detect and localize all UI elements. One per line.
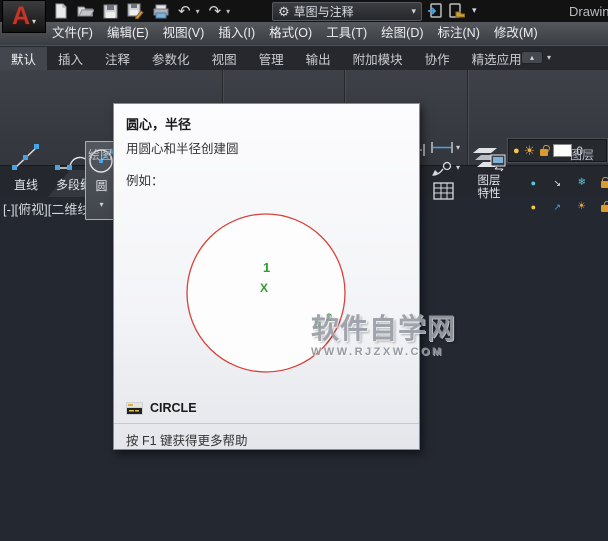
- linear-dimension-icon[interactable]: [430, 141, 454, 159]
- menu-dimension[interactable]: 标注(N): [431, 22, 487, 45]
- quick-access-toolbar: ↶ ▾ ↷ ▾: [54, 2, 230, 20]
- ribbon-tab-collaborate[interactable]: 协作: [414, 47, 461, 70]
- layer-properties-label: 图层 特性: [477, 175, 501, 200]
- ribbon-tab-home[interactable]: 默认: [0, 47, 48, 70]
- circle-tool-tooltip: 圆心，半径 用圆心和半径创建圆 例如： 1 X X 2 CIRCLE 按 F1 …: [113, 103, 420, 450]
- sun-icon: ☀: [523, 142, 536, 158]
- ribbon-tab-insert[interactable]: 插入: [47, 47, 94, 70]
- radius-point-marker: X: [314, 319, 322, 331]
- tooltip-description: 用圆心和半径创建圆: [126, 142, 239, 156]
- sun-icon: ☀: [577, 201, 586, 212]
- layer-on-button[interactable]: ●: [512, 189, 536, 212]
- circle-dropdown-icon[interactable]: ▾: [99, 200, 103, 209]
- leader-dropdown-icon[interactable]: ▾: [456, 163, 460, 172]
- line-label: 直线: [13, 178, 38, 192]
- save-as-icon[interactable]: [127, 3, 144, 19]
- menu-edit[interactable]: 编辑(E): [100, 22, 156, 45]
- menu-draw[interactable]: 绘图(D): [374, 22, 430, 45]
- layer-properties-button[interactable]: 图层 特性: [470, 141, 508, 201]
- center-point-marker: X: [260, 281, 268, 295]
- menu-bar: 文件(F) 编辑(E) 视图(V) 插入(I) 格式(O) 工具(T) 绘图(D…: [0, 22, 608, 46]
- layer-thaw-button[interactable]: ☀: [562, 189, 586, 212]
- menu-view[interactable]: 视图(V): [156, 22, 212, 45]
- layer-off-button[interactable]: ●: [512, 165, 536, 188]
- workspace-switcher[interactable]: ⚙ 草图与注释 ▾: [272, 2, 422, 21]
- ribbon-tab-annotate[interactable]: 注释: [94, 47, 141, 70]
- chevron-down-icon: ▾: [547, 53, 552, 62]
- bulb-on-icon: ●: [530, 202, 536, 212]
- tooltip-command-row: CIRCLE: [126, 401, 197, 415]
- layers-panel-label: 图层: [569, 148, 594, 162]
- menu-insert[interactable]: 插入(I): [211, 22, 262, 45]
- redo-dropdown-icon[interactable]: ▾: [226, 7, 230, 16]
- layer-lock-button[interactable]: [587, 165, 608, 188]
- ribbon-collapse-button[interactable]: ▴ ▾: [521, 51, 551, 64]
- ribbon-tab-manage[interactable]: 管理: [248, 47, 295, 70]
- snowflake-icon: ❄: [577, 177, 586, 188]
- layer-freeze-button[interactable]: ❄: [562, 165, 586, 188]
- radius-point-label: 2: [326, 312, 332, 324]
- ribbon-tab-output[interactable]: 输出: [295, 47, 342, 70]
- center-point-label: 1: [263, 260, 270, 275]
- isolate-arrow-icon: ↘: [553, 178, 561, 188]
- menu-modify[interactable]: 修改(M): [487, 22, 545, 45]
- bulb-off-icon: ●: [530, 178, 536, 188]
- ribbon-tab-bar: 默认 插入 注释 参数化 视图 管理 输出 附加模块 协作 精选应用: [0, 47, 608, 70]
- chevron-down-icon: ▾: [411, 6, 416, 16]
- ribbon-tab-view[interactable]: 视图: [201, 47, 248, 70]
- undo-icon[interactable]: ↶: [178, 4, 191, 19]
- command-name: CIRCLE: [150, 401, 197, 415]
- lock-icon: [601, 177, 608, 188]
- tooltip-divider: [114, 423, 419, 424]
- unisolate-arrow-icon: ↗: [553, 202, 561, 212]
- open-file-icon[interactable]: [77, 4, 94, 18]
- open-from-web-icon[interactable]: [449, 3, 465, 18]
- leader-tool-icon[interactable]: [430, 161, 454, 183]
- undo-dropdown-icon[interactable]: ▾: [196, 7, 200, 16]
- layer-unlock-button[interactable]: [587, 189, 608, 212]
- tooltip-help-hint: 按 F1 键获得更多帮助: [126, 434, 248, 448]
- ribbon-tab-parametric[interactable]: 参数化: [141, 47, 201, 70]
- unlock-icon: [539, 145, 549, 157]
- layer-unisolate-button[interactable]: ↗: [537, 189, 561, 212]
- panel-divider: [467, 70, 468, 165]
- gear-icon: ⚙: [278, 3, 290, 19]
- ribbon-tab-addins[interactable]: 附加模块: [342, 47, 414, 70]
- layer-isolate-button[interactable]: ↘: [537, 165, 561, 188]
- share-drawing-icon[interactable]: [427, 3, 442, 18]
- workspace-label: 草图与注释: [293, 5, 354, 19]
- bulb-on-icon: ●: [513, 144, 520, 157]
- circle-label: 圆: [95, 179, 108, 193]
- tooltip-title: 圆心，半径: [126, 117, 192, 132]
- dimension-dropdown-icon[interactable]: ▾: [456, 143, 460, 152]
- redo-icon[interactable]: ↷: [209, 4, 222, 19]
- tooltip-circle-diagram: 1 X X 2: [114, 192, 420, 397]
- collapse-ribbon-icon: ▴: [521, 51, 543, 64]
- menu-tools[interactable]: 工具(T): [319, 22, 374, 45]
- plot-icon[interactable]: [153, 4, 169, 19]
- app-menu-button[interactable]: A ▾: [2, 0, 46, 33]
- menu-file[interactable]: 文件(F): [45, 22, 100, 45]
- layer-properties-icon: [471, 141, 507, 175]
- menu-format[interactable]: 格式(O): [262, 22, 319, 45]
- table-tool-icon[interactable]: [433, 182, 454, 205]
- chevron-down-icon[interactable]: ▾: [472, 6, 477, 15]
- new-file-icon[interactable]: [54, 3, 68, 19]
- tooltip-example-label: 例如：: [126, 174, 164, 188]
- command-line-icon: [126, 401, 143, 415]
- titlebar-extra-tools: ▾: [427, 3, 477, 18]
- autocad-logo-icon: A: [11, 2, 31, 30]
- document-title: Drawin: [569, 4, 608, 19]
- save-icon[interactable]: [103, 4, 118, 19]
- chevron-down-icon: ▾: [32, 17, 37, 26]
- unlock-icon: [601, 205, 608, 212]
